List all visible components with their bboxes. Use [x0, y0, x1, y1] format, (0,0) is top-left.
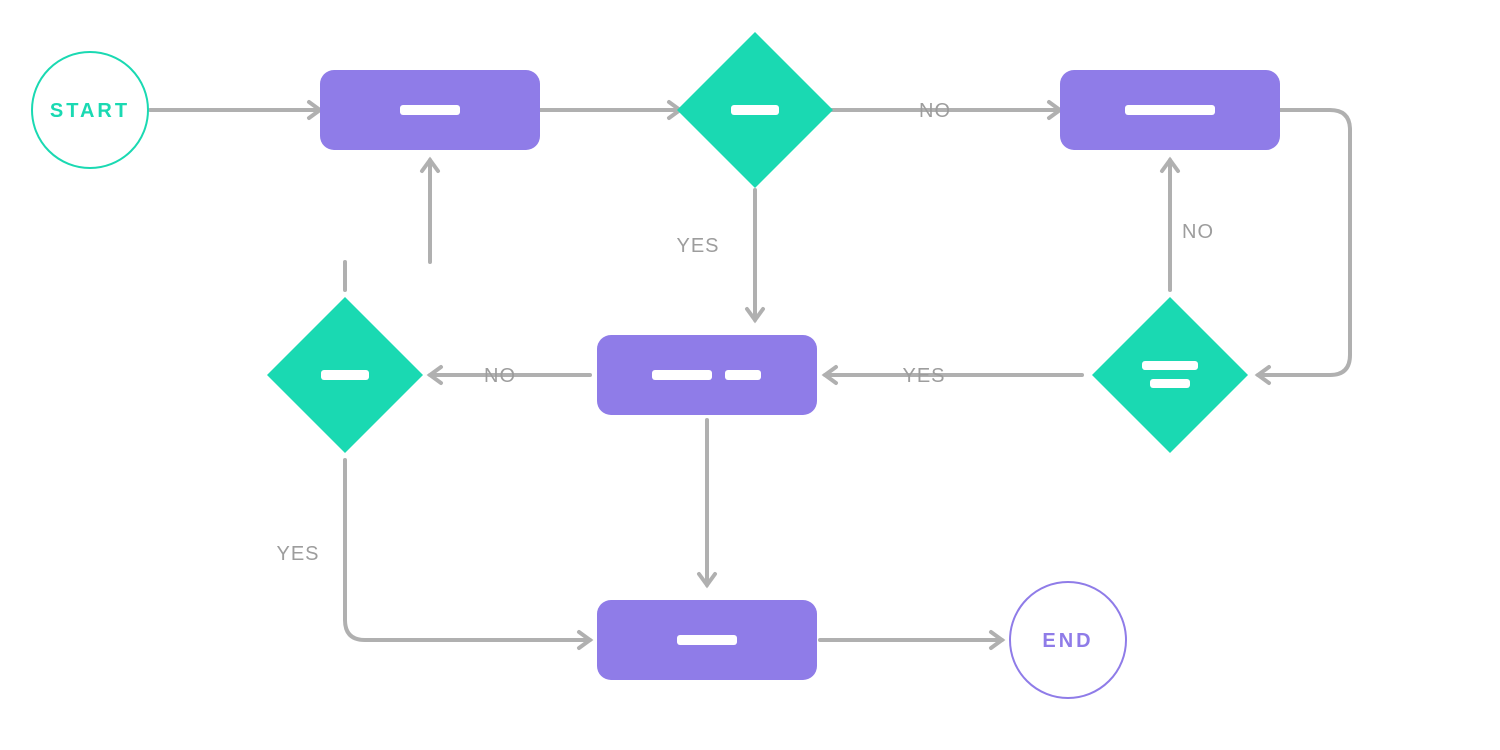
node-p4	[597, 600, 817, 680]
node-end: END	[1010, 582, 1126, 698]
nodes-layer: START END	[32, 32, 1280, 698]
edge-d2-p2: NO	[1162, 160, 1214, 290]
placeholder-bar	[1125, 105, 1215, 115]
placeholder-bar	[400, 105, 460, 115]
edge-d2-p3: YES	[825, 365, 1082, 387]
start-label: START	[50, 100, 130, 122]
decision-diamond	[1092, 297, 1248, 453]
placeholder-bar	[1142, 361, 1198, 370]
edge-label-no: NO	[1182, 221, 1214, 243]
edge-p2-d2	[1258, 110, 1350, 383]
edge-label-yes: YES	[676, 235, 719, 257]
end-label: END	[1042, 630, 1093, 652]
edge-p3-p4	[699, 420, 715, 585]
edge-label-no: NO	[484, 365, 516, 387]
edge-p4-end	[820, 632, 1002, 648]
node-p2	[1060, 70, 1280, 150]
placeholder-bar	[677, 635, 737, 645]
connector	[1258, 110, 1350, 375]
flowchart-canvas: NO NO YES YES NO YES START END	[0, 0, 1500, 750]
node-p1	[320, 70, 540, 150]
node-d3	[267, 297, 423, 453]
node-start: START	[32, 52, 148, 168]
edge-start-p1	[150, 102, 320, 118]
node-d1	[677, 32, 833, 188]
edge-label-yes: YES	[276, 543, 319, 565]
node-d2	[1092, 297, 1248, 453]
edge-d1-p3: YES	[676, 190, 763, 320]
placeholder-bar	[321, 370, 369, 380]
edge-p3-d3: NO	[430, 365, 590, 387]
node-p3	[597, 335, 817, 415]
edge-label-no: NO	[919, 100, 951, 122]
edge-d3-p1	[345, 160, 438, 290]
placeholder-bar	[1150, 379, 1190, 388]
edge-d1-p2: NO	[830, 100, 1060, 122]
placeholder-bar	[652, 370, 712, 380]
connector	[345, 160, 430, 290]
edge-label-yes: YES	[902, 365, 945, 387]
placeholder-bar	[731, 105, 779, 115]
edge-d3-p4: YES	[276, 460, 590, 648]
edge-p1-d1	[540, 102, 680, 118]
connector	[345, 460, 590, 640]
placeholder-bar	[725, 370, 761, 380]
